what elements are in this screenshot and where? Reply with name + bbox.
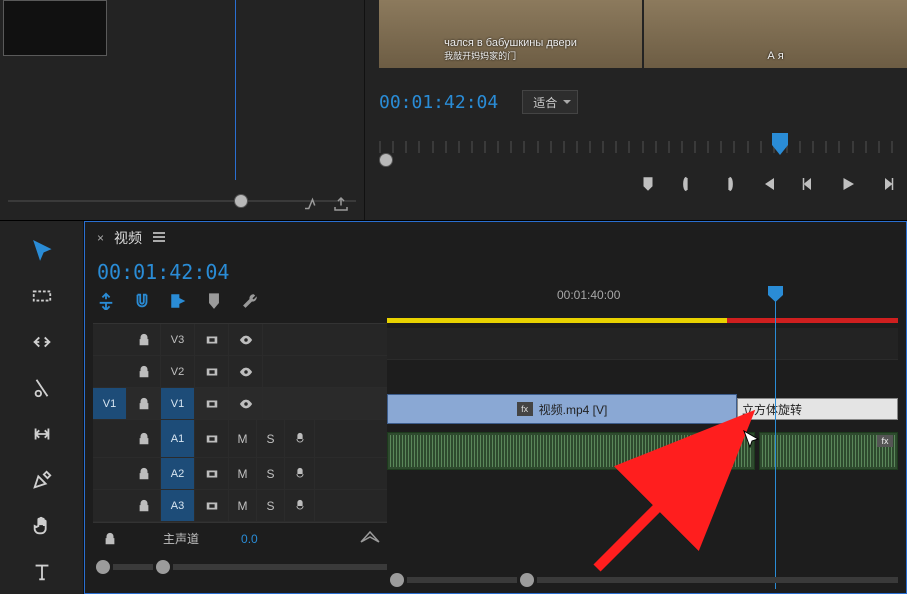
master-track-row: 主声道 0.0 — [93, 522, 387, 554]
slip-tool[interactable] — [27, 421, 57, 447]
mark-in-button[interactable] — [679, 175, 697, 196]
lock-toggle[interactable] — [93, 523, 127, 554]
source-playhead[interactable] — [235, 0, 236, 180]
track-row-a1: A1 M S — [93, 420, 387, 458]
lock-toggle[interactable] — [127, 458, 161, 489]
mark-out-button[interactable] — [719, 175, 737, 196]
audio-clip-2[interactable]: fx — [759, 432, 898, 470]
track-label[interactable]: V3 — [161, 324, 195, 355]
program-frame-1: чался в бабушкины двери 我敲开妈妈家的门 — [379, 0, 642, 68]
program-monitor: чался в бабушкины двери 我敲开妈妈家的门 А я 00:… — [365, 0, 907, 220]
mute-toggle[interactable]: M — [229, 458, 257, 489]
timeline-playhead[interactable] — [775, 286, 776, 589]
sync-lock-toggle[interactable] — [195, 420, 229, 457]
lock-toggle[interactable] — [127, 388, 161, 419]
step-back-button[interactable] — [799, 175, 817, 196]
settings-wrench-icon[interactable] — [241, 292, 259, 313]
tool-palette — [0, 221, 84, 594]
timeline-track-area[interactable]: 00:01:40:00 fx 视频.mp4 [V] 立方体旋转 — [387, 258, 898, 589]
sync-lock-toggle[interactable] — [195, 324, 229, 355]
program-playhead-marker[interactable] — [772, 133, 788, 155]
track-visibility-toggle[interactable] — [229, 356, 263, 387]
track-label[interactable]: V2 — [161, 356, 195, 387]
pan-icon[interactable] — [359, 530, 381, 547]
sync-lock-toggle[interactable] — [195, 458, 229, 489]
sequence-title[interactable]: 视频 — [114, 228, 142, 248]
snap-magnet-icon[interactable] — [133, 292, 151, 313]
snap-insert-icon[interactable] — [97, 292, 115, 313]
track-select-tool[interactable] — [27, 283, 57, 309]
program-frame-2: А я — [644, 0, 907, 68]
lock-toggle[interactable] — [127, 356, 161, 387]
source-thumbnail — [3, 0, 107, 56]
solo-toggle[interactable]: S — [257, 420, 285, 457]
fx-badge-icon: fx — [517, 402, 533, 416]
mute-toggle[interactable]: M — [229, 420, 257, 457]
track-target-a1[interactable]: A1 — [161, 420, 195, 457]
track-header-area: 00:01:42:04 V3 — [93, 258, 387, 589]
program-scrubber[interactable] — [379, 135, 893, 159]
program-timecode[interactable]: 00:01:42:04 — [379, 92, 498, 113]
video-clip[interactable]: fx 视频.mp4 [V] — [387, 394, 737, 424]
mute-toggle[interactable]: M — [229, 490, 257, 521]
linked-selection-icon[interactable] — [169, 292, 187, 313]
fx-badge-icon: fx — [877, 435, 893, 447]
go-to-in-button[interactable] — [759, 175, 777, 196]
source-patch-v1[interactable]: V1 — [93, 388, 127, 419]
close-panel-icon[interactable]: × — [97, 231, 104, 245]
voiceover-icon[interactable] — [285, 420, 315, 457]
solo-toggle[interactable]: S — [257, 490, 285, 521]
panel-menu-icon[interactable] — [152, 231, 166, 246]
selection-tool[interactable] — [27, 237, 57, 263]
play-button[interactable] — [839, 175, 857, 196]
master-value[interactable]: 0.0 — [241, 532, 258, 546]
track-target-v1[interactable]: V1 — [161, 388, 195, 419]
track-row-v1: V1 V1 — [93, 388, 387, 420]
timeline-timecode[interactable]: 00:01:42:04 — [93, 258, 387, 288]
marker-icon[interactable] — [205, 292, 223, 313]
type-tool[interactable] — [27, 559, 57, 585]
transition-clip[interactable]: 立方体旋转 — [737, 398, 898, 420]
lock-toggle[interactable] — [127, 490, 161, 521]
solo-toggle[interactable]: S — [257, 458, 285, 489]
mouse-cursor-icon — [743, 430, 761, 448]
audio-clip-1[interactable] — [387, 432, 755, 470]
track-visibility-toggle[interactable] — [229, 324, 263, 355]
track-row-v2: V2 — [93, 356, 387, 388]
ripple-edit-tool[interactable] — [27, 329, 57, 355]
voiceover-icon[interactable] — [285, 458, 315, 489]
track-row-a3: A3 M S — [93, 490, 387, 522]
pen-tool[interactable] — [27, 467, 57, 493]
track-height-scroll[interactable] — [93, 558, 387, 576]
source-monitor — [0, 0, 365, 220]
clip-label: 视频.mp4 [V] — [539, 401, 608, 418]
lock-toggle[interactable] — [127, 324, 161, 355]
lock-toggle[interactable] — [127, 420, 161, 457]
sync-lock-toggle[interactable] — [195, 388, 229, 419]
zoom-fit-select[interactable]: 适合 — [522, 90, 578, 114]
razor-tool[interactable] — [27, 375, 57, 401]
sync-lock-toggle[interactable] — [195, 490, 229, 521]
add-marker-button[interactable] — [639, 175, 657, 196]
track-target-a3[interactable]: A3 — [161, 490, 195, 521]
sync-lock-toggle[interactable] — [195, 356, 229, 387]
track-row-v3: V3 — [93, 324, 387, 356]
track-row-a2: A2 M S — [93, 458, 387, 490]
export-frame-icon[interactable] — [332, 195, 350, 216]
track-visibility-toggle[interactable] — [229, 388, 263, 419]
step-forward-button[interactable] — [879, 175, 897, 196]
voiceover-icon[interactable] — [285, 490, 315, 521]
timeline-zoom-scroll[interactable] — [387, 571, 898, 589]
insert-icon[interactable] — [302, 195, 320, 216]
master-label: 主声道 — [163, 530, 199, 547]
timeline-panel: × 视频 00:01:42:04 — [84, 221, 907, 594]
track-target-a2[interactable]: A2 — [161, 458, 195, 489]
hand-tool[interactable] — [27, 513, 57, 539]
transition-label: 立方体旋转 — [742, 401, 802, 418]
ruler-tick-label: 00:01:40:00 — [557, 288, 620, 302]
